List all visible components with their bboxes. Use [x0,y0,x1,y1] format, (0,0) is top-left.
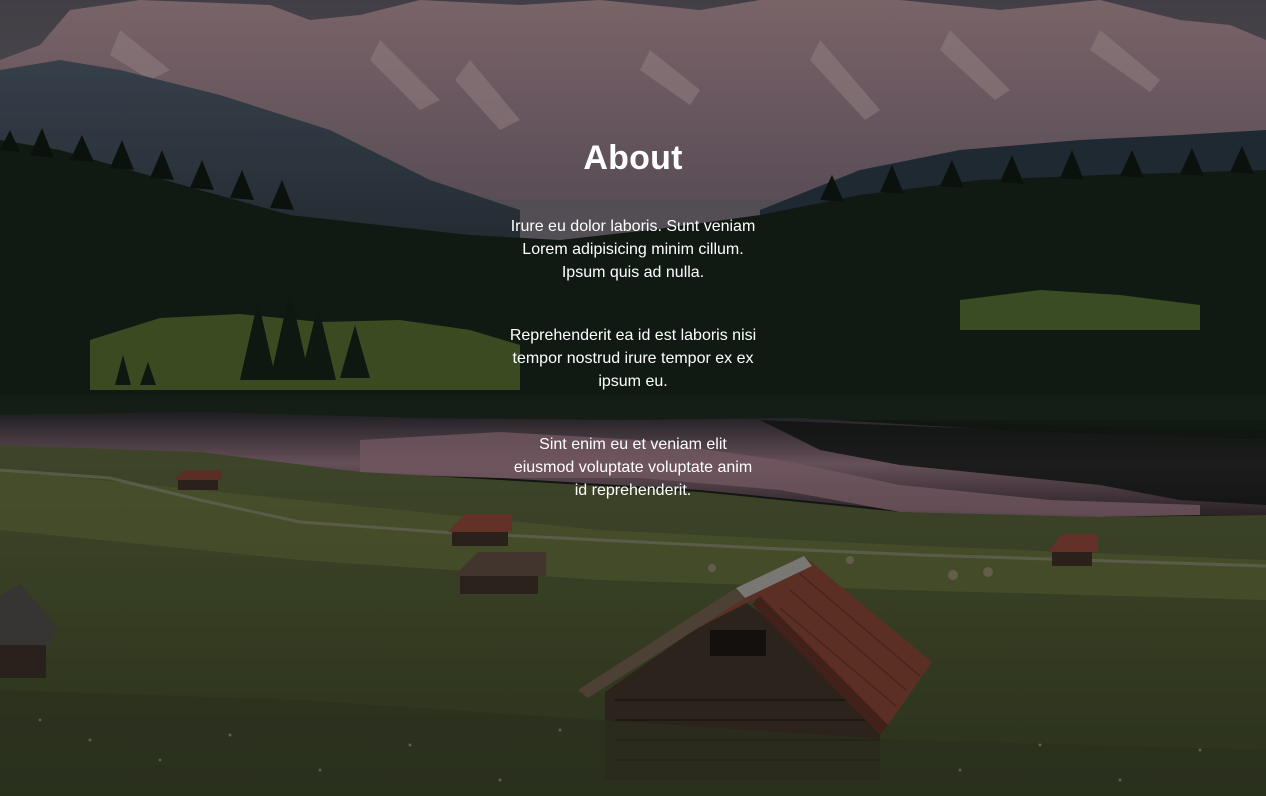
about-hero-section: About Irure eu dolor laboris. Sunt venia… [0,0,1266,796]
about-paragraph-3: Sint enim eu et veniam elit eiusmod volu… [513,436,753,499]
about-content: About Irure eu dolor laboris. Sunt venia… [0,0,1266,796]
section-title: About [583,139,683,177]
about-paragraph-1: Irure eu dolor laboris. Sunt veniam Lore… [510,218,756,281]
about-paragraph-2: Reprehenderit ea id est laboris nisi tem… [509,327,757,390]
